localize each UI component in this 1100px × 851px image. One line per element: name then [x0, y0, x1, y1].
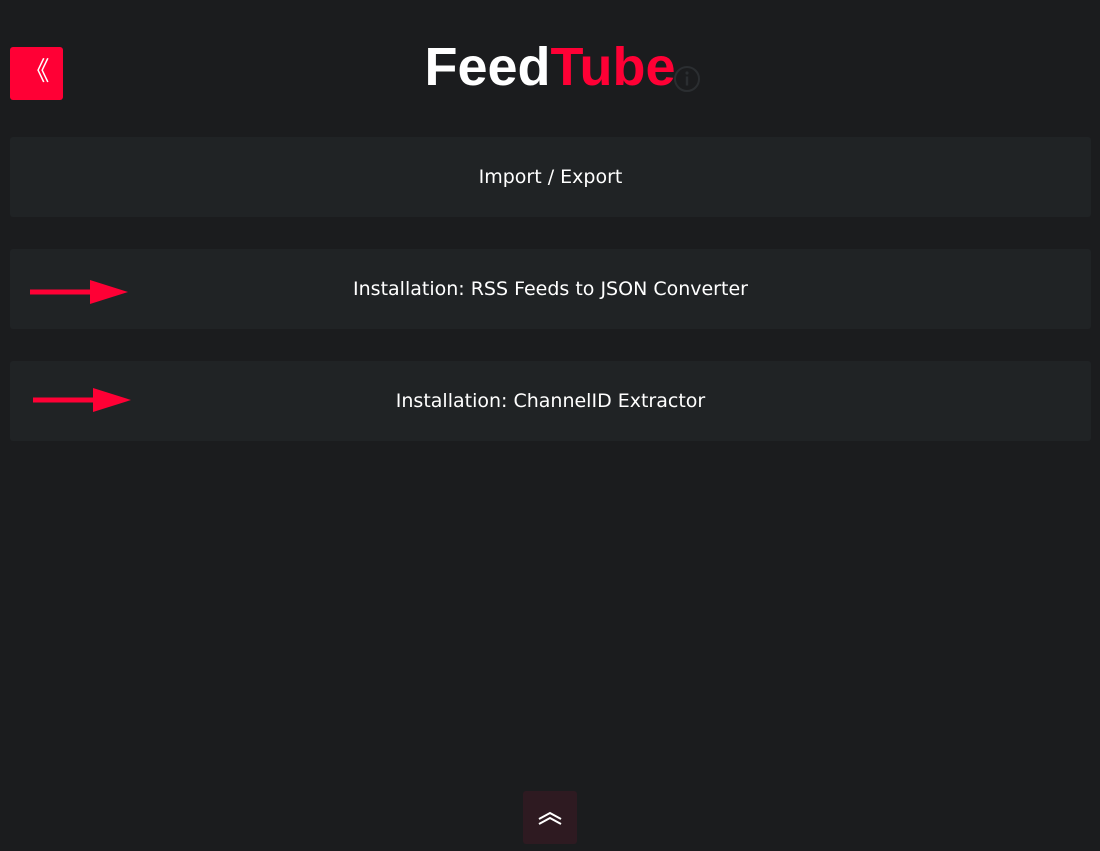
- info-icon[interactable]: [673, 65, 701, 93]
- scroll-to-top-button[interactable]: [523, 791, 577, 844]
- logo-tube: Tube: [550, 37, 676, 97]
- page: 《 FeedTube Import / Export Installation:…: [0, 0, 1100, 851]
- arrow-right-icon: [30, 280, 128, 304]
- menu-item-import-export[interactable]: Import / Export: [10, 137, 1091, 217]
- app-logo: FeedTube: [0, 34, 1100, 100]
- menu-item-installation-channelid-extractor[interactable]: Installation: ChannelID Extractor: [10, 361, 1091, 441]
- logo-feed: Feed: [424, 37, 551, 97]
- arrow-right-icon: [33, 388, 131, 412]
- menu-item-installation-rss-converter[interactable]: Installation: RSS Feeds to JSON Converte…: [10, 249, 1091, 329]
- menu-item-label: Import / Export: [478, 166, 623, 188]
- menu-item-label: Installation: ChannelID Extractor: [395, 390, 706, 412]
- menu-item-label: Installation: RSS Feeds to JSON Converte…: [353, 278, 748, 300]
- double-chevron-up-icon: [538, 811, 562, 825]
